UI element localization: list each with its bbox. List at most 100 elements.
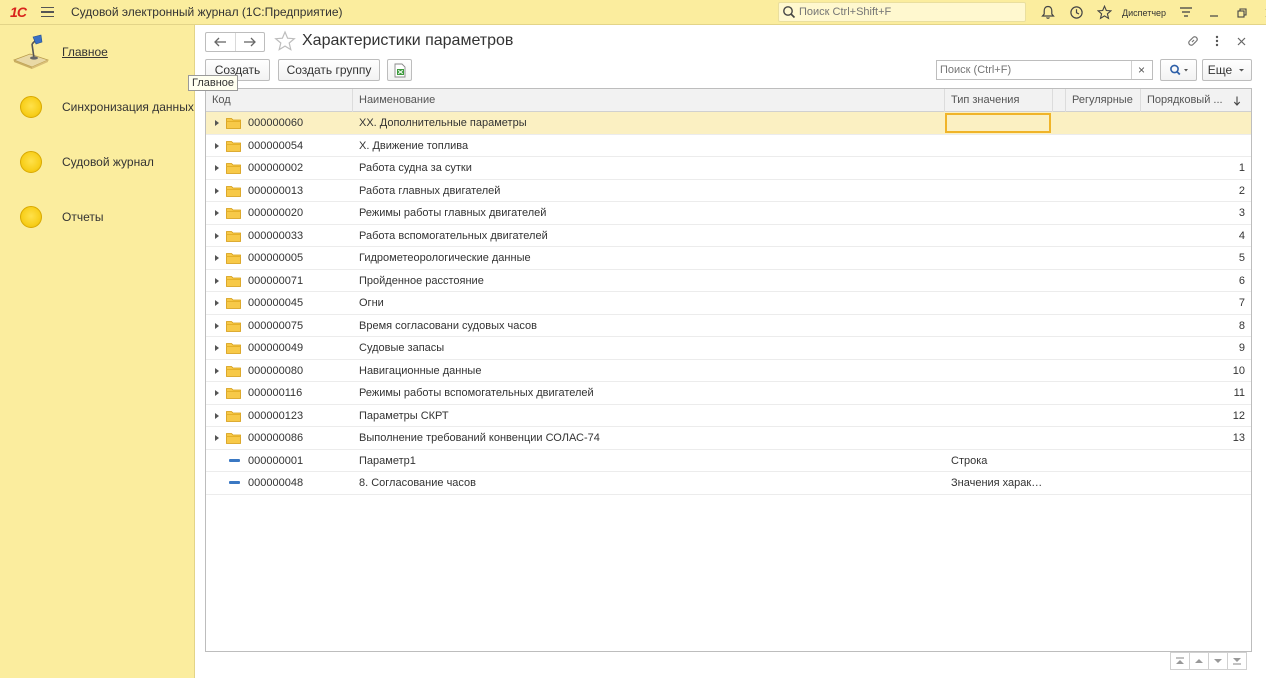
characteristics-table: Код Наименование Тип значения Регулярные… (205, 88, 1252, 652)
table-row[interactable]: 000000054 X. Движение топлива (206, 135, 1251, 157)
sidebar-item-reports[interactable]: Отчеты (0, 197, 195, 237)
scroll-to-bottom-icon[interactable] (1227, 652, 1247, 670)
table-row[interactable]: 000000020 Режимы работы главных двигателе… (206, 202, 1251, 225)
folder-icon (226, 253, 241, 264)
cell-name: X. Движение топлива (359, 139, 469, 152)
user-name[interactable]: Диспетчер (1122, 8, 1166, 18)
settings-lines-icon[interactable] (1172, 0, 1200, 25)
cell-value-type: Строка (951, 454, 988, 467)
table-row[interactable]: 000000116 Режимы работы вспомогательных д… (206, 382, 1251, 405)
expand-arrow-icon[interactable] (215, 322, 219, 329)
table-row[interactable]: 000000075 Время согласовани судовых часов… (206, 315, 1251, 337)
minimize-icon[interactable] (1200, 0, 1228, 25)
cell-name: Параметры СКРТ (359, 409, 449, 422)
table-row[interactable]: 000000033 Работа вспомогательных двигател… (206, 225, 1251, 247)
main-menu-icon[interactable] (36, 0, 58, 25)
scroll-down-icon[interactable] (1208, 652, 1228, 670)
column-header-code[interactable]: Код (206, 89, 353, 112)
cell-code: 000000001 (248, 454, 304, 467)
restore-icon[interactable] (1228, 0, 1256, 25)
table-row[interactable]: 000000086 Выполнение требований конвенции… (206, 427, 1251, 450)
table-row[interactable]: 000000048 8. Согласование часов Значения х… (206, 472, 1251, 495)
list-search[interactable]: × (936, 60, 1153, 80)
table-row[interactable]: 000000045 Огни 7 (206, 292, 1251, 315)
expand-arrow-icon[interactable] (215, 367, 219, 374)
sidebar-item-data-sync[interactable]: Синхронизация данных (0, 87, 195, 127)
column-header-order[interactable]: Порядковый ... (1141, 89, 1251, 112)
cell-order: 3 (1238, 207, 1245, 219)
export-document-icon (394, 63, 405, 77)
column-header-value-type[interactable]: Тип значения (945, 89, 1053, 112)
expand-arrow-icon[interactable] (215, 165, 219, 171)
expand-arrow-icon[interactable] (215, 277, 219, 284)
table-row[interactable]: 000000060 XX. Дополнительные параметры (206, 112, 1251, 135)
notifications-bell-icon[interactable] (1034, 0, 1062, 25)
cell-value-type (951, 292, 1047, 314)
link-icon[interactable] (1181, 31, 1205, 51)
expand-arrow-icon[interactable] (215, 187, 219, 194)
table-row[interactable]: 000000005 Гидрометеорологические данные 5 (206, 247, 1251, 270)
folder-icon (226, 230, 241, 242)
scroll-up-icon[interactable] (1189, 652, 1209, 670)
export-excel-button[interactable] (387, 59, 412, 81)
clear-search-button[interactable]: × (1131, 61, 1151, 79)
scroll-to-top-icon[interactable] (1170, 652, 1190, 670)
list-search-input[interactable] (937, 61, 1131, 79)
expand-arrow-icon[interactable] (215, 210, 219, 216)
more-button[interactable]: Еще (1202, 59, 1252, 81)
forward-arrow-icon[interactable] (234, 33, 264, 51)
cell-order (1141, 472, 1245, 494)
cell-name: Гидрометеорологические данные (359, 252, 531, 264)
cell-value-type: Значения харак… (951, 477, 1043, 489)
table-row[interactable]: 000000049 Судовые запасы 9 (206, 337, 1251, 360)
expand-arrow-icon[interactable] (215, 120, 219, 126)
cell-value-type (951, 157, 1047, 179)
cell-name: Судовые запасы (359, 342, 445, 354)
global-search[interactable] (778, 2, 1026, 22)
folder-icon (226, 433, 241, 444)
table-row[interactable]: 000000013 Работа главных двигателей 2 (206, 180, 1251, 202)
sidebar-item-main[interactable]: Главное (0, 32, 195, 72)
cell-code: 000000020 (248, 207, 304, 219)
table-row[interactable]: 000000071 Пройденное расстояние 6 (206, 270, 1251, 292)
column-header-regular[interactable]: Регулярные (1066, 89, 1141, 112)
table-row[interactable]: 000000080 Навигационные данные 10 (206, 360, 1251, 382)
cell-name: Параметр1 (359, 454, 416, 467)
cell-value-type (951, 247, 1047, 269)
cell-code: 000000071 (248, 274, 304, 287)
favorite-star-icon[interactable] (274, 30, 296, 52)
close-form-icon[interactable] (1229, 31, 1253, 51)
form-header-icons (1181, 31, 1253, 51)
folder-icon (226, 343, 241, 354)
column-header-name[interactable]: Наименование (353, 89, 945, 112)
sidebar-item-label: Главное (62, 45, 108, 59)
back-arrow-icon[interactable] (206, 33, 235, 51)
sidebar-item-ship-log[interactable]: Судовой журнал (0, 142, 195, 182)
cell-code: 000000054 (248, 139, 304, 152)
close-icon[interactable] (1256, 0, 1266, 25)
create-group-button[interactable]: Создать группу (278, 59, 380, 81)
table-row[interactable]: 000000002 Работа судна за сутки 1 (206, 157, 1251, 180)
folder-icon (226, 320, 241, 332)
expand-arrow-icon[interactable] (215, 232, 219, 239)
search-options-button[interactable] (1160, 59, 1197, 81)
history-icon[interactable] (1062, 0, 1090, 25)
table-row[interactable]: 000000123 Параметры СКРТ 12 (206, 405, 1251, 427)
expand-arrow-icon[interactable] (215, 255, 219, 261)
more-vertical-icon[interactable] (1205, 31, 1229, 51)
expand-arrow-icon[interactable] (215, 412, 219, 419)
cell-value-type (951, 112, 1047, 134)
table-header: Код Наименование Тип значения Регулярные… (206, 89, 1251, 112)
chevron-down-icon (1239, 69, 1245, 72)
expand-arrow-icon[interactable] (215, 390, 219, 396)
column-header-spacer (1053, 89, 1066, 112)
expand-arrow-icon[interactable] (215, 142, 219, 149)
expand-arrow-icon[interactable] (215, 300, 219, 306)
favorites-star-icon[interactable] (1090, 0, 1118, 25)
expand-arrow-icon[interactable] (215, 435, 219, 441)
table-row[interactable]: 000000001 Параметр1 Строка (206, 450, 1251, 472)
global-search-input[interactable] (799, 6, 1019, 18)
expand-arrow-icon[interactable] (215, 345, 219, 351)
folder-icon (226, 163, 241, 174)
item-icon (229, 481, 240, 484)
